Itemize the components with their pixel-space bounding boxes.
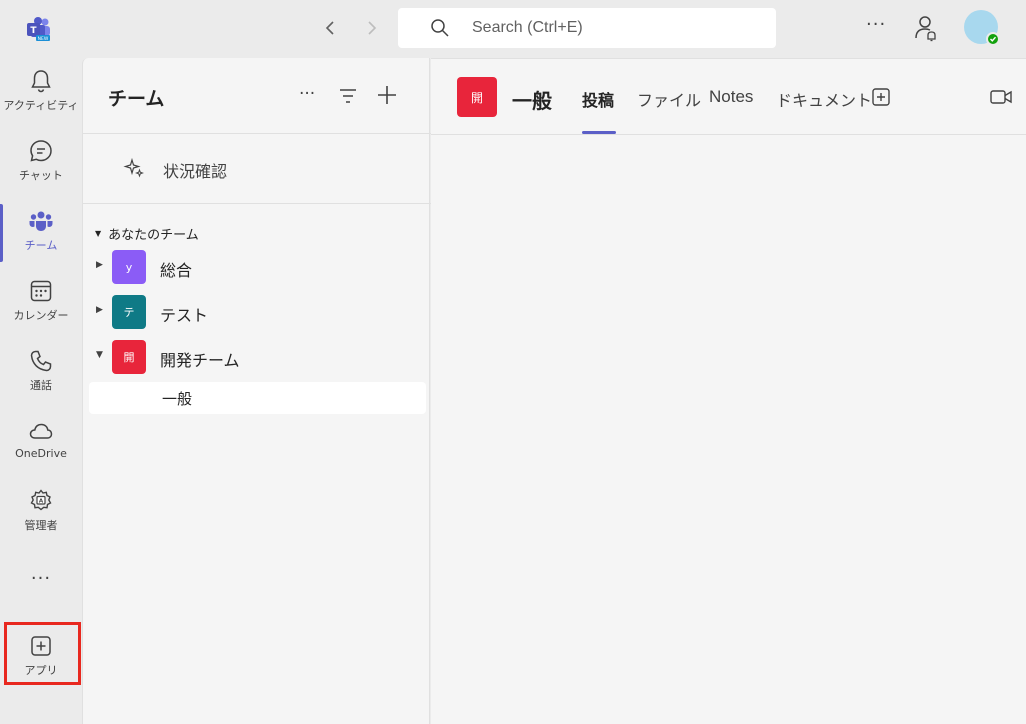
rail-item-label: アクティビティ <box>3 99 79 112</box>
teams-logo-icon[interactable]: T NEW <box>26 16 52 42</box>
rail-item-label: チャット <box>19 169 63 182</box>
team-avatar: 開 <box>112 340 146 374</box>
more-options-button[interactable]: ··· <box>866 14 886 35</box>
add-tab-icon[interactable] <box>871 87 891 107</box>
team-name: テスト <box>160 306 209 325</box>
back-button[interactable] <box>318 16 342 40</box>
tab-files[interactable]: ファイル <box>637 87 701 111</box>
team-name: 総合 <box>160 261 193 280</box>
caret-down-icon: ▼ <box>95 229 102 238</box>
team-item-test[interactable]: ▶ テ テスト <box>83 293 431 333</box>
rail-item-label: チーム <box>24 239 58 252</box>
svg-text:NEW: NEW <box>38 36 49 42</box>
rail-item-calendar[interactable]: カレンダー <box>0 268 82 332</box>
chevron-right-icon <box>368 21 377 35</box>
caret-right-icon: ▶ <box>96 305 103 315</box>
caret-down-icon: ▼ <box>96 350 103 360</box>
title-bar: T NEW Search (Ctrl+E) ··· <box>0 0 1026 58</box>
channel-name: 一般 <box>162 390 193 408</box>
add-team-icon[interactable] <box>376 84 398 106</box>
channel-title: 一般 <box>512 89 552 113</box>
channel-item-general[interactable]: 一般 <box>89 382 426 414</box>
rail-more-button[interactable]: ··· <box>0 568 82 589</box>
rail-item-label: OneDrive <box>15 447 67 460</box>
rail-item-activity[interactable]: アクティビティ <box>0 58 82 122</box>
team-item-dev[interactable]: ▼ 開 開発チーム <box>83 338 431 378</box>
tab-documents[interactable]: ドキュメント <box>776 87 872 111</box>
teams-panel-title: チーム <box>108 88 165 110</box>
chevron-left-icon <box>325 21 334 35</box>
team-avatar: テ <box>112 295 146 329</box>
app-rail: アクティビティ チャット チーム カレンダー 通話 OneDrive A 管理者… <box>0 58 82 724</box>
rail-item-onedrive[interactable]: OneDrive <box>0 408 82 472</box>
admin-gear-icon: A <box>30 489 52 511</box>
svg-text:A: A <box>39 499 44 505</box>
filter-icon[interactable] <box>338 86 358 106</box>
bell-icon <box>31 70 51 93</box>
caret-right-icon: ▶ <box>96 260 103 270</box>
team-item-general[interactable]: ▶ y 総合 <box>83 248 431 288</box>
active-tab-indicator <box>582 131 616 134</box>
teams-icon <box>29 211 53 231</box>
tab-posts[interactable]: 投稿 <box>582 87 614 111</box>
chat-icon <box>30 140 52 162</box>
search-input[interactable]: Search (Ctrl+E) <box>398 8 776 48</box>
teams-more-button[interactable]: ··· <box>299 84 315 104</box>
person-notification-icon[interactable] <box>912 14 938 42</box>
channel-team-avatar: 開 <box>457 77 497 117</box>
cloud-icon <box>29 423 53 439</box>
status-check-item[interactable]: 状況確認 <box>83 134 431 204</box>
rail-item-teams[interactable]: チーム <box>0 198 82 262</box>
search-placeholder: Search (Ctrl+E) <box>472 19 583 36</box>
tab-notes[interactable]: Notes <box>709 87 753 107</box>
search-icon <box>431 19 449 37</box>
svg-text:T: T <box>30 26 37 36</box>
team-name: 開発チーム <box>160 351 240 370</box>
teams-panel: チーム ··· 状況確認 ▼ あなたのチーム ▶ y 総合 ▶ テ テスト ▼ … <box>82 58 431 724</box>
rail-item-label: カレンダー <box>13 309 69 322</box>
your-teams-section[interactable]: ▼ あなたのチーム <box>95 224 199 243</box>
teams-panel-header: チーム ··· <box>83 58 431 134</box>
team-avatar: y <box>112 250 146 284</box>
rail-item-admin[interactable]: A 管理者 <box>0 478 82 542</box>
rail-item-label: 管理者 <box>24 519 58 532</box>
channel-header: 開 一般 投稿 ファイル Notes ドキュメント <box>431 59 1026 135</box>
forward-button[interactable] <box>360 16 384 40</box>
sparkle-icon <box>123 157 144 178</box>
calendar-icon <box>30 280 52 302</box>
section-label: あなたのチーム <box>108 228 199 243</box>
rail-item-calls[interactable]: 通話 <box>0 338 82 402</box>
rail-item-label: 通話 <box>30 379 52 392</box>
channel-main: 開 一般 投稿 ファイル Notes ドキュメント <box>431 58 1026 724</box>
phone-icon <box>30 350 52 372</box>
video-call-icon[interactable] <box>989 87 1013 107</box>
rail-item-chat[interactable]: チャット <box>0 128 82 192</box>
presence-available-icon <box>986 32 1000 46</box>
status-check-label: 状況確認 <box>163 162 228 181</box>
apps-highlight-box <box>4 622 81 685</box>
